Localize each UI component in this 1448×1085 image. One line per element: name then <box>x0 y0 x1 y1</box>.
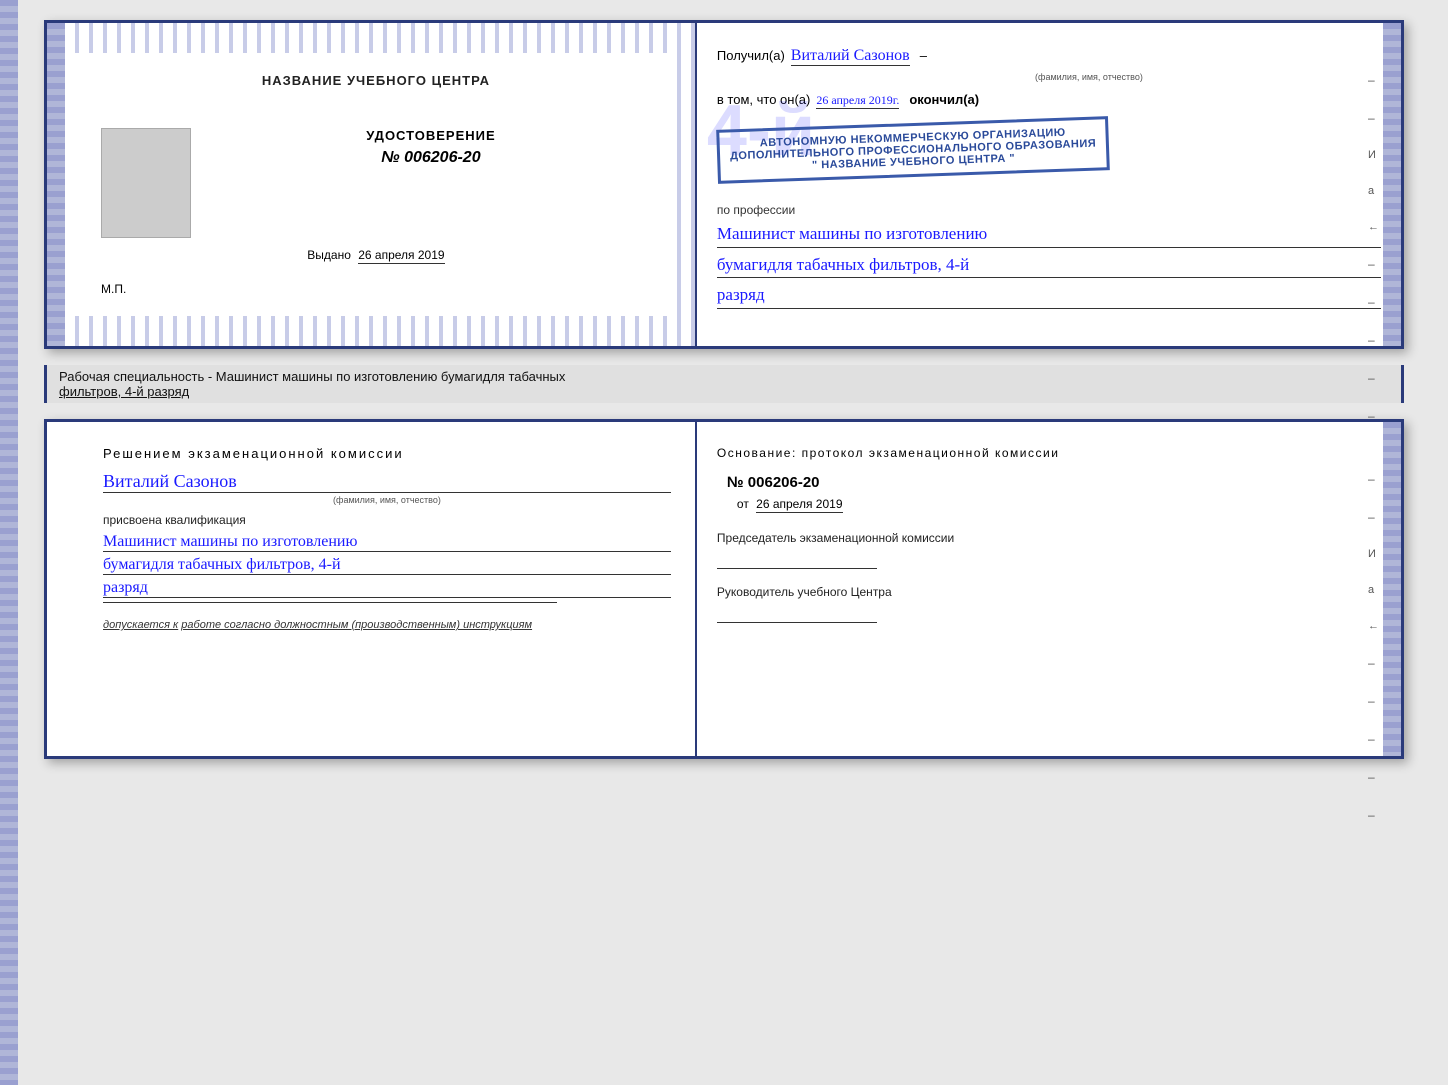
bsm-dash3: – <box>1368 656 1379 670</box>
bsm-arrow: ← <box>1368 620 1379 632</box>
fio-subtitle-top: (фамилия, имя, отчество) <box>797 72 1381 82</box>
bottom-right-spine <box>1383 422 1401 756</box>
side-mark-dash5: – <box>1368 333 1379 347</box>
poluchil-name: Виталий Сазонов <box>791 47 910 66</box>
bsm-dash2: – <box>1368 510 1379 524</box>
side-mark-dash4: – <box>1368 295 1379 309</box>
poluchil-dash: – <box>920 48 927 63</box>
bottom-name-field: Виталий Сазонов <box>103 471 671 493</box>
bottom-label-text1: Рабочая специальность - Машинист машины … <box>59 369 1389 384</box>
predsedatel-signature-line <box>717 549 877 569</box>
bsm-dash5: – <box>1368 732 1379 746</box>
predsedatel-label: Председатель экзаменационной комиссии <box>717 531 1381 545</box>
okonchil-text: окончил(а) <box>909 92 979 107</box>
bottom-fio-subtitle: (фамилия, имя, отчество) <box>103 495 671 505</box>
bsm-dash4: – <box>1368 694 1379 708</box>
vydano-label: Выдано <box>307 248 351 262</box>
mp-stamp: М.П. <box>101 282 126 296</box>
profession-line-1: Машинист машины по изготовлению <box>717 221 1381 248</box>
bottom-label-strip: Рабочая специальность - Машинист машины … <box>44 365 1404 403</box>
v-tom-chto-line: в том, что он(а) 26 апреля 2019г. окончи… <box>717 92 1381 109</box>
profession-line-2: бумагидля табачных фильтров, 4-й <box>717 252 1381 279</box>
side-marks: – – И а ← – – – – – <box>1368 73 1379 423</box>
dopuskaetsya-prefix: допускается к <box>103 619 178 631</box>
ot-label: от <box>737 497 749 511</box>
bottom-label-text2: фильтров, 4-й разряд <box>59 384 1389 399</box>
left-inner-content: НАЗВАНИЕ УЧЕБНОГО ЦЕНТРА УДОСТОВЕРЕНИЕ №… <box>71 53 671 316</box>
bottom-left-spine <box>0 0 18 1085</box>
po-professii-label: по профессии <box>717 203 1381 217</box>
top-booklet: НАЗВАНИЕ УЧЕБНОГО ЦЕНТРА УДОСТОВЕРЕНИЕ №… <box>44 20 1404 349</box>
bottom-booklet-left: Решением экзаменационной комиссии Витали… <box>47 422 697 756</box>
bsm-а: а <box>1368 584 1379 596</box>
bsm-И: И <box>1368 548 1379 560</box>
poluchil-prefix: Получил(а) <box>717 48 785 63</box>
side-mark-dash2: – <box>1368 111 1379 125</box>
side-mark-И: И <box>1368 149 1379 161</box>
poluchil-line: Получил(а) Виталий Сазонов – <box>717 47 1381 66</box>
school-name-title: НАЗВАНИЕ УЧЕБНОГО ЦЕНТРА <box>262 73 490 88</box>
osnovanie-label: Основание: протокол экзаменационной коми… <box>717 446 1381 460</box>
bsm-dash6: – <box>1368 770 1379 784</box>
prisvoena-label: присвоена квалификация <box>103 513 671 527</box>
resheniem-title: Решением экзаменационной комиссии <box>103 446 671 461</box>
side-mark-dash3: – <box>1368 257 1379 271</box>
ot-date-line: от 26 апреля 2019 <box>737 497 1381 511</box>
bsm-dash1: – <box>1368 472 1379 486</box>
bsm-dash7: – <box>1368 808 1379 822</box>
vydano-line: Выдано 26 апреля 2019 <box>307 248 444 262</box>
separator-line <box>103 602 557 603</box>
ot-date-value: 26 апреля 2019 <box>756 497 842 513</box>
certificate-title: УДОСТОВЕРЕНИЕ <box>366 128 495 143</box>
bottom-profession-3: разряд <box>103 579 671 598</box>
bottom-side-marks: – – И а ← – – – – – <box>1368 472 1379 822</box>
certificate-block: УДОСТОВЕРЕНИЕ № 006206-20 <box>211 128 651 207</box>
bottom-booklet: Решением экзаменационной комиссии Витали… <box>44 419 1404 759</box>
bottom-profession-2: бумагидля табачных фильтров, 4-й <box>103 556 671 575</box>
certificate-number: № 006206-20 <box>381 149 480 167</box>
rukovoditel-signature-line <box>717 603 877 623</box>
profession-line-3: разряд <box>717 282 1381 309</box>
rukovoditel-label: Руководитель учебного Центра <box>717 585 1381 599</box>
side-mark-dash6: – <box>1368 371 1379 385</box>
date-handwritten: 26 апреля 2019г. <box>816 93 899 109</box>
left-middle-section: УДОСТОВЕРЕНИЕ № 006206-20 <box>101 128 651 238</box>
photo-area <box>101 128 191 238</box>
dopuskaetsya-value: работе согласно должностным (производств… <box>181 619 532 631</box>
left-spine-decoration <box>47 23 65 346</box>
side-mark-arrow: ← <box>1368 221 1379 233</box>
stamp-area: 4-й АВТОНОМНУЮ НЕКОММЕРЧЕСКУЮ ОРГАНИЗАЦИ… <box>717 115 1381 185</box>
vydano-date: 26 апреля 2019 <box>358 248 444 264</box>
bottom-left-content: Решением экзаменационной комиссии Витали… <box>83 446 671 631</box>
dopuskaetsya-text: допускается к работе согласно должностны… <box>103 619 671 631</box>
side-mark-dash1: – <box>1368 73 1379 87</box>
side-mark-dash7: – <box>1368 409 1379 423</box>
protocol-number: № 006206-20 <box>727 474 1381 491</box>
side-mark-а: а <box>1368 185 1379 197</box>
booklet-left-page: НАЗВАНИЕ УЧЕБНОГО ЦЕНТРА УДОСТОВЕРЕНИЕ №… <box>47 23 697 346</box>
bottom-profession-1: Машинист машины по изготовлению <box>103 533 671 552</box>
booklet-right-page: Получил(а) Виталий Сазонов – (фамилия, и… <box>697 23 1401 346</box>
right-spine-decoration <box>1383 23 1401 346</box>
bottom-booklet-right: Основание: протокол экзаменационной коми… <box>697 422 1401 756</box>
